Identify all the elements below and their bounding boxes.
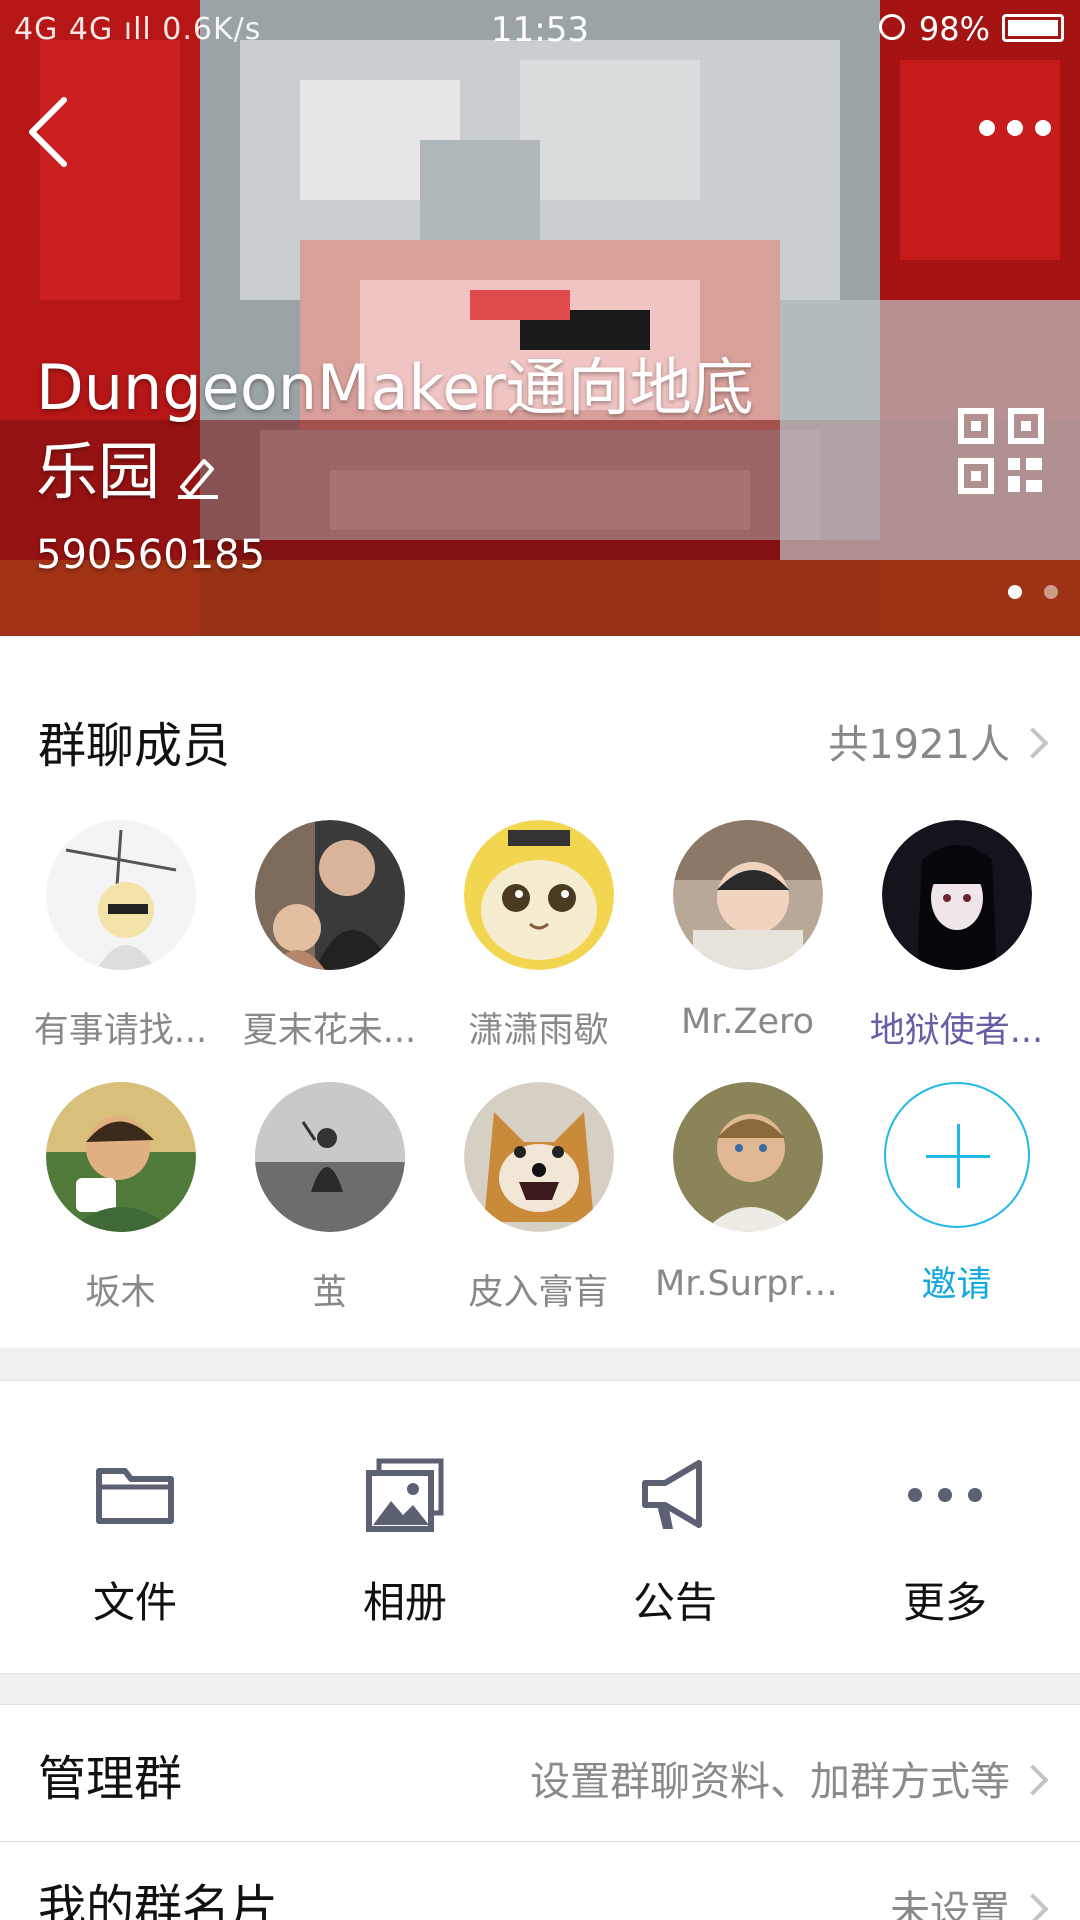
- member-name: 潇潇雨歇: [468, 1011, 609, 1051]
- my-group-card-row[interactable]: 我的群名片 未设置: [0, 1842, 1080, 1920]
- files-label: 文件: [92, 1578, 177, 1627]
- member-avatar: [672, 1082, 823, 1232]
- my-group-card-value: 未设置: [890, 1878, 1049, 1920]
- more-icon[interactable]: [978, 108, 1052, 148]
- member-name: Mr.Zero: [680, 1002, 815, 1042]
- group-header: 4G 4G ıll 0.6K/s 11:53 98% DungeonMaker通…: [0, 0, 1080, 636]
- chevron-right-icon: [1017, 727, 1049, 759]
- members-title: 群聊成员: [38, 718, 231, 774]
- member-name: 地狱使者...: [869, 1011, 1044, 1051]
- group-name-line-1: DungeonMaker通向地底: [36, 351, 754, 424]
- member-name: 坂木: [85, 1273, 156, 1313]
- edit-icon[interactable]: [174, 453, 220, 499]
- invite-label: 邀请: [921, 1265, 992, 1305]
- member-name: Mr.Surpri...: [655, 1264, 846, 1304]
- invite-button[interactable]: 邀请: [852, 1082, 1061, 1307]
- members-count: 共1921人: [828, 722, 1010, 768]
- folder-icon: [96, 1468, 174, 1524]
- chevron-right-icon: [1017, 1764, 1049, 1796]
- member-item[interactable]: 潇潇雨歇: [434, 820, 643, 1053]
- group-id: 590560185: [36, 532, 266, 578]
- more-dots-icon: [908, 1488, 982, 1502]
- more-tools-button[interactable]: 更多: [810, 1381, 1080, 1673]
- member-avatar: [463, 820, 614, 970]
- member-item[interactable]: 夏末花未...: [225, 820, 434, 1053]
- member-avatar: [45, 820, 196, 970]
- album-icon: [366, 1458, 444, 1532]
- cover-page-indicator: [986, 584, 1058, 603]
- my-group-card-value-text: 未设置: [890, 1888, 1010, 1920]
- member-avatar: [45, 1082, 196, 1232]
- member-item[interactable]: Mr.Surpri...: [643, 1082, 852, 1304]
- status-bar: 4G 4G ıll 0.6K/s 11:53 98%: [0, 0, 1080, 56]
- member-name: 茧: [311, 1273, 347, 1313]
- member-avatar: [881, 820, 1032, 970]
- battery-percent: 98%: [918, 10, 990, 48]
- chevron-right-icon: [1017, 1893, 1049, 1920]
- my-group-card-label: 我的群名片: [38, 1880, 279, 1920]
- member-item[interactable]: 地狱使者...: [852, 820, 1061, 1053]
- battery-icon: [1002, 14, 1064, 42]
- member-item[interactable]: Mr.Zero: [643, 820, 852, 1042]
- back-icon[interactable]: [22, 92, 82, 172]
- album-button[interactable]: 相册: [270, 1381, 540, 1673]
- group-tools: 文件 相册 公告 更多: [0, 1380, 1080, 1674]
- manage-group-value: 设置群聊资料、加群方式等: [530, 1749, 1049, 1807]
- manage-group-label: 管理群: [38, 1751, 183, 1807]
- group-name: DungeonMaker通向地底 乐园: [36, 346, 796, 514]
- group-members-section: 群聊成员 共1921人 有事请找... 夏末花未... 潇潇雨歇 Mr.Zero…: [0, 636, 1080, 1348]
- plus-icon: [883, 1082, 1030, 1228]
- notice-button[interactable]: 公告: [540, 1381, 810, 1673]
- page-dot: [1044, 585, 1058, 599]
- qr-code-icon[interactable]: [958, 408, 1044, 494]
- alarm-icon: [879, 14, 905, 40]
- member-name: 有事请找...: [33, 1011, 208, 1051]
- group-name-line-2-text: 乐园: [36, 435, 161, 508]
- page-dot-active: [1008, 585, 1022, 599]
- member-item[interactable]: 坂木: [16, 1082, 225, 1315]
- album-label: 相册: [362, 1578, 447, 1627]
- notice-label: 公告: [632, 1578, 717, 1627]
- member-item[interactable]: 茧: [225, 1082, 434, 1315]
- manage-group-value-text: 设置群聊资料、加群方式等: [530, 1759, 1010, 1805]
- members-count-link[interactable]: 共1921人: [828, 712, 1049, 770]
- member-avatar: [254, 1082, 405, 1232]
- files-button[interactable]: 文件: [0, 1381, 270, 1673]
- member-item[interactable]: 有事请找...: [16, 820, 225, 1053]
- member-name: 夏末花未...: [242, 1011, 417, 1051]
- megaphone-icon: [642, 1460, 702, 1529]
- member-avatar: [254, 820, 405, 970]
- manage-group-row[interactable]: 管理群 设置群聊资料、加群方式等: [0, 1705, 1080, 1841]
- member-avatar: [672, 820, 823, 970]
- group-name-line-2: 乐园: [36, 430, 796, 514]
- member-item[interactable]: 皮入膏肓: [434, 1082, 643, 1315]
- member-avatar: [463, 1082, 614, 1232]
- member-name: 皮入膏肓: [468, 1273, 609, 1313]
- more-label: 更多: [902, 1578, 987, 1627]
